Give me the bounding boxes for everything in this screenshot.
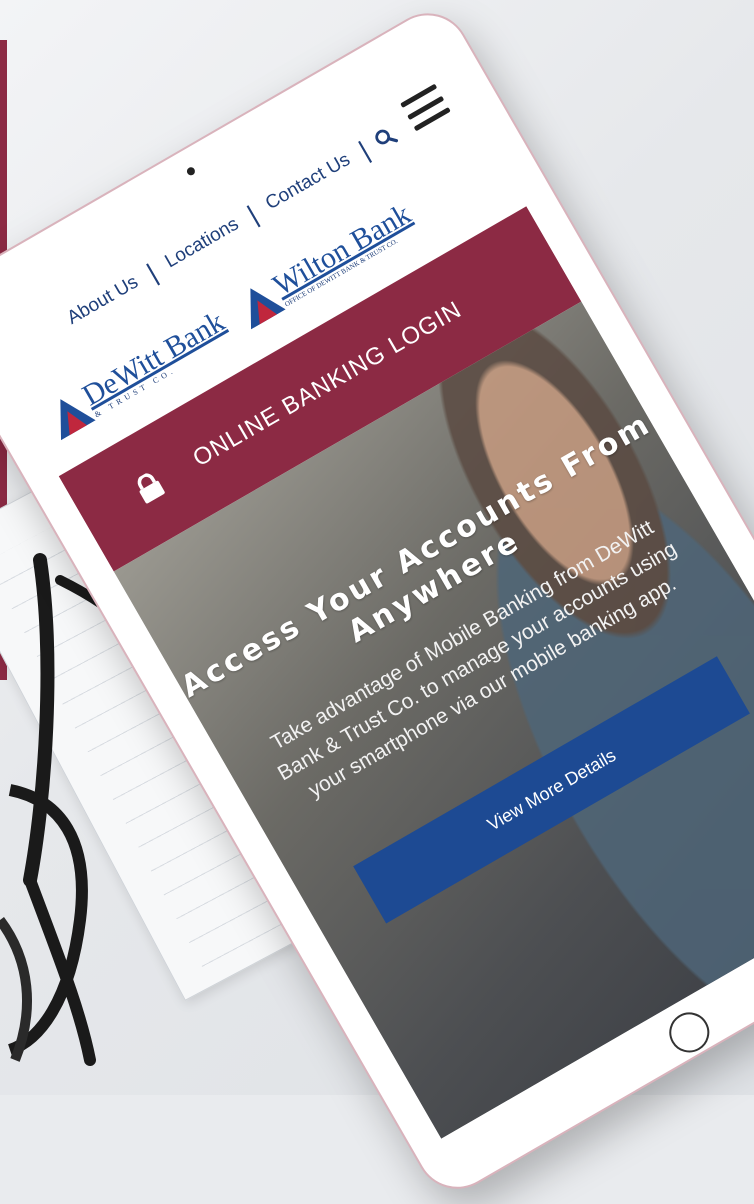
nav-locations[interactable]: Locations [153,209,251,277]
front-camera [185,165,197,177]
lock-icon [137,473,165,504]
search-icon[interactable] [370,123,400,153]
nav-about-us[interactable]: About Us [55,267,150,333]
